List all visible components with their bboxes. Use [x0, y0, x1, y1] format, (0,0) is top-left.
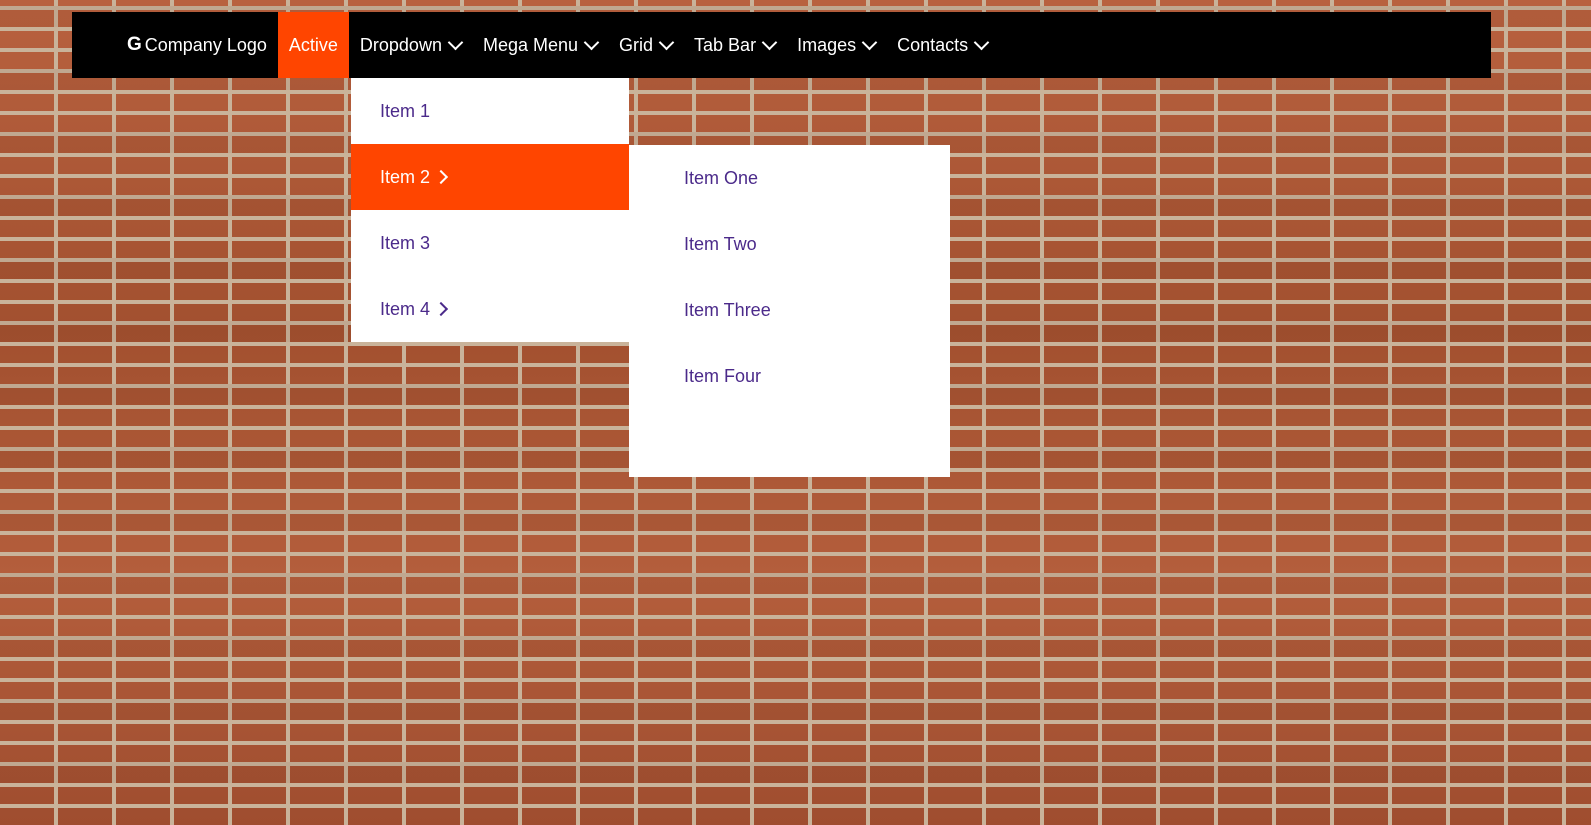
- nav-item-tab-bar[interactable]: Tab Bar: [683, 12, 786, 78]
- google-g-icon: G: [127, 34, 142, 55]
- submenu-item-label: Item Three: [684, 299, 771, 320]
- submenu-item-four[interactable]: Item Four: [629, 343, 950, 409]
- nav-item-label: Contacts: [897, 34, 969, 55]
- nav-item-active[interactable]: Active: [277, 12, 349, 78]
- dropdown-item-label: Item 3: [380, 232, 431, 253]
- dropdown-item-3[interactable]: Item 3: [351, 210, 629, 276]
- chevron-down-icon: [973, 34, 990, 50]
- company-logo[interactable]: G Company Logo: [127, 12, 278, 78]
- chevron-right-icon: [433, 301, 449, 317]
- chevron-right-icon: [433, 169, 449, 185]
- submenu-item-three[interactable]: Item Three: [629, 277, 950, 343]
- dropdown-item-label: Item 1: [380, 100, 431, 121]
- nav-item-label: Grid: [619, 34, 654, 55]
- nav-item-label: Mega Menu: [482, 34, 579, 55]
- nav-item-label: Images: [797, 34, 857, 55]
- nav-item-grid[interactable]: Grid: [608, 12, 683, 78]
- submenu-item-two[interactable]: Item Two: [629, 211, 950, 277]
- top-navbar: G Company Logo Active Dropdown Mega Menu…: [72, 12, 1491, 78]
- dropdown-item-2[interactable]: Item 2: [351, 144, 629, 210]
- dropdown-item-4[interactable]: Item 4: [351, 276, 629, 342]
- nav-item-label: Dropdown: [359, 34, 442, 55]
- nav-item-images[interactable]: Images: [786, 12, 886, 78]
- dropdown-item-1[interactable]: Item 1: [351, 78, 629, 144]
- chevron-down-icon: [861, 34, 878, 50]
- company-logo-label: Company Logo: [144, 34, 267, 55]
- nav-item-contacts[interactable]: Contacts: [886, 12, 998, 78]
- nav-item-label: Active: [288, 34, 338, 55]
- chevron-down-icon: [447, 34, 464, 50]
- submenu-item-label: Item One: [684, 167, 759, 188]
- dropdown-item-label: Item 2: [380, 166, 431, 187]
- nav-item-label: Tab Bar: [694, 34, 757, 55]
- submenu-item-label: Item Two: [684, 233, 757, 254]
- submenu-item-one[interactable]: Item One: [629, 145, 950, 211]
- chevron-down-icon: [658, 34, 675, 50]
- dropdown-item-label: Item 4: [380, 298, 431, 319]
- nav-item-mega-menu[interactable]: Mega Menu: [472, 12, 608, 78]
- chevron-down-icon: [583, 34, 600, 50]
- nav-item-dropdown[interactable]: Dropdown: [349, 12, 472, 78]
- chevron-down-icon: [761, 34, 778, 50]
- submenu: Item One Item Two Item Three Item Four: [629, 145, 950, 477]
- submenu-item-label: Item Four: [684, 365, 762, 386]
- dropdown-menu: Item 1 Item 2 Item 3 Item 4: [351, 78, 629, 342]
